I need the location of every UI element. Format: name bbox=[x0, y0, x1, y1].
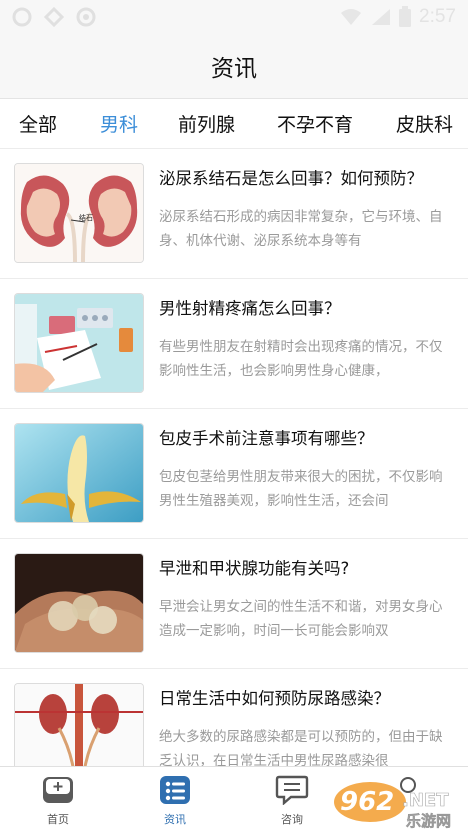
tab-andrology[interactable]: 男科 bbox=[100, 110, 138, 137]
article-thumbnail bbox=[14, 423, 144, 523]
nav-news-label: 资讯 bbox=[164, 813, 186, 826]
battery-icon bbox=[399, 6, 411, 27]
hands-condom-image bbox=[15, 554, 143, 652]
article-thumbnail: 结石 bbox=[14, 163, 144, 263]
home-add-icon bbox=[43, 777, 73, 803]
article-title: 日常生活中如何预防尿路感染？ bbox=[159, 689, 390, 708]
nav-home-label: 首页 bbox=[47, 813, 69, 826]
image-label: 结石 bbox=[79, 213, 93, 222]
watermark-suffix: .NET bbox=[402, 790, 449, 811]
kidney-image: 结石 bbox=[15, 164, 143, 262]
site-watermark-logo: 962 .NET 乐游网 bbox=[334, 782, 451, 830]
app-header: 资讯 bbox=[0, 34, 468, 99]
article-summary: 有些男性朋友在射精时会出现疼痛的情况，不仅影响性生活，也会影响男性身心健康， bbox=[159, 339, 443, 379]
list-item[interactable]: 早泄和甲状腺功能有关吗? 早泄会让男女之间的性生活不和谐，对男女身心造成一定影响… bbox=[0, 538, 468, 669]
chat-icon bbox=[275, 775, 309, 805]
status-time: 2:57 bbox=[419, 6, 456, 27]
wifi-icon bbox=[341, 9, 361, 25]
article-thumbnail bbox=[14, 683, 144, 766]
watermark-sub: 乐游网 bbox=[406, 812, 451, 830]
article-summary: 早泄会让男女之间的性生活不和谐，对男女身心造成一定影响，时间一长可能会影响双 bbox=[159, 599, 443, 639]
signal-app-icon bbox=[12, 7, 32, 27]
app-notification-icon bbox=[44, 7, 64, 27]
article-list: 结石 泌尿系结石是怎么回事？如何预防？ 泌尿系结石形成的病因非常复杂，它与环境、… bbox=[0, 148, 468, 766]
category-tabs: 全部 男科 前列腺 不孕不育 皮肤科 bbox=[0, 99, 468, 147]
list-item[interactable]: 日常生活中如何预防尿路感染？ 绝大多数的尿路感染都是可以预防的，但由于缺乏认识，… bbox=[0, 668, 468, 766]
banana-image bbox=[15, 424, 143, 522]
list-item[interactable]: 包皮手术前注意事项有哪些？ 包皮包茎给男性朋友带来很大的困扰，不仅影响男性生殖器… bbox=[0, 408, 468, 539]
page-title: 资讯 bbox=[211, 56, 257, 82]
medicine-image bbox=[15, 294, 143, 392]
article-title: 泌尿系结石是怎么回事？如何预防？ bbox=[159, 169, 423, 188]
article-title: 包皮手术前注意事项有哪些？ bbox=[159, 429, 374, 448]
article-thumbnail bbox=[14, 293, 144, 393]
app-notification-icon-2 bbox=[76, 7, 96, 27]
article-title: 男性射精疼痛怎么回事？ bbox=[159, 299, 341, 318]
nav-home[interactable]: 首页 bbox=[18, 767, 98, 833]
nav-consult-label: 咨询 bbox=[281, 813, 303, 826]
nav-news[interactable]: 资讯 bbox=[135, 767, 215, 833]
signal-icon bbox=[372, 9, 390, 25]
watermark-brand: 962 bbox=[340, 787, 394, 817]
status-bar: 2:57 bbox=[0, 0, 468, 34]
tab-all[interactable]: 全部 bbox=[19, 110, 57, 137]
tab-dermatology[interactable]: 皮肤科 bbox=[396, 110, 453, 137]
article-thumbnail bbox=[14, 553, 144, 653]
list-item[interactable]: 结石 泌尿系结石是怎么回事？如何预防？ 泌尿系结石形成的病因非常复杂，它与环境、… bbox=[0, 148, 468, 279]
tab-prostate[interactable]: 前列腺 bbox=[178, 110, 235, 137]
article-summary: 绝大多数的尿路感染都是可以预防的，但由于缺乏认识，在日常生活中男性尿路感染很 bbox=[159, 729, 443, 766]
nav-consult[interactable]: 咨询 bbox=[252, 767, 332, 833]
urinary-system-image bbox=[15, 684, 143, 766]
tab-infertility[interactable]: 不孕不育 bbox=[277, 110, 353, 137]
article-summary: 包皮包茎给男性朋友带来很大的困扰，不仅影响男性生殖器美观，影响性生活，还会间 bbox=[159, 469, 443, 509]
list-item[interactable]: 男性射精疼痛怎么回事？ 有些男性朋友在射精时会出现疼痛的情况，不仅影响性生活，也… bbox=[0, 278, 468, 409]
article-title: 早泄和甲状腺功能有关吗? bbox=[159, 559, 350, 578]
news-list-icon bbox=[160, 776, 190, 804]
article-summary: 泌尿系结石形成的病因非常复杂，它与环境、自身、机体代谢、泌尿系统本身等有 bbox=[159, 209, 443, 249]
